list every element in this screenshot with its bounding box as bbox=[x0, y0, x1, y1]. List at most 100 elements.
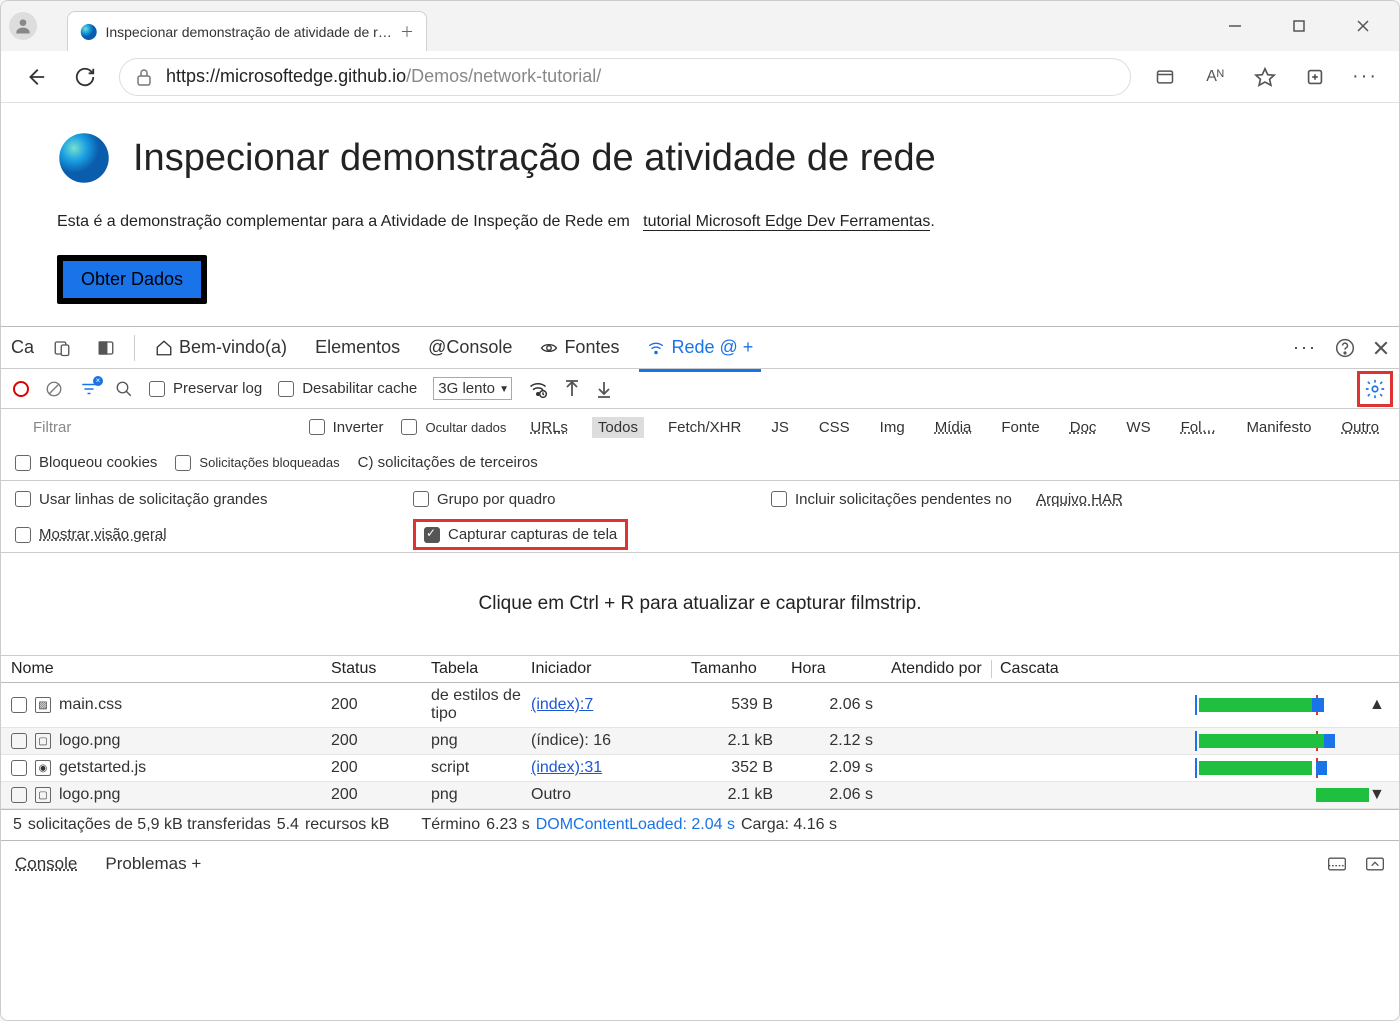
cell-status: 200 bbox=[331, 786, 431, 804]
filter-all[interactable]: Todos bbox=[592, 417, 644, 438]
close-button[interactable] bbox=[1345, 11, 1381, 41]
file-name: main.css bbox=[59, 696, 122, 714]
drawer-problems[interactable]: Problemas + bbox=[105, 854, 201, 874]
screenshots-label: Capturar capturas de tela bbox=[448, 526, 617, 543]
large-rows-checkbox[interactable] bbox=[15, 491, 31, 507]
status-res-count: 5.4 bbox=[277, 816, 299, 834]
drawer-expand-icon[interactable] bbox=[1365, 856, 1385, 872]
search-icon[interactable] bbox=[115, 380, 133, 398]
status-finish-label: Término bbox=[421, 816, 480, 834]
tab-console[interactable]: @Console bbox=[420, 331, 520, 364]
filter-media[interactable]: Mídia bbox=[929, 417, 978, 438]
drawer-console[interactable]: Console bbox=[15, 854, 77, 874]
tab-welcome[interactable]: Bem-vindo(a) bbox=[147, 331, 295, 364]
drawer-tabs: Console Problemas + bbox=[1, 840, 1399, 886]
filter-fol[interactable]: Fol… bbox=[1175, 417, 1223, 438]
dock-side-icon[interactable] bbox=[90, 332, 122, 364]
col-status[interactable]: Status bbox=[331, 660, 431, 678]
throttling-dropdown[interactable]: 3G lento bbox=[433, 377, 512, 400]
filter-ws[interactable]: WS bbox=[1120, 417, 1156, 438]
screenshots-checkbox[interactable] bbox=[424, 527, 440, 543]
filter-img[interactable]: Img bbox=[874, 417, 911, 438]
row-checkbox[interactable] bbox=[11, 697, 27, 713]
tab-sources[interactable]: Fontes bbox=[532, 331, 627, 364]
network-settings-icon[interactable] bbox=[1364, 378, 1386, 400]
filter-toggle-icon[interactable]: × bbox=[79, 380, 99, 398]
filter-css[interactable]: CSS bbox=[813, 417, 856, 438]
col-type[interactable]: Tabela bbox=[431, 660, 531, 678]
maximize-button[interactable] bbox=[1281, 11, 1317, 41]
network-toolbar: × Preservar log Desabilitar cache 3G len… bbox=[1, 369, 1399, 409]
col-time[interactable]: Hora bbox=[791, 660, 891, 678]
devtools-close-icon[interactable] bbox=[1373, 340, 1389, 356]
cell-status: 200 bbox=[331, 696, 431, 714]
back-button[interactable] bbox=[19, 61, 51, 93]
tutorial-link[interactable]: tutorial Microsoft Edge Dev Ferramentas bbox=[643, 213, 930, 231]
read-aloud-icon[interactable]: Aᴺ bbox=[1199, 61, 1231, 93]
table-row[interactable]: ◉getstarted.js200script(index):31352 B2.… bbox=[1, 755, 1399, 782]
get-data-button[interactable]: Obter Dados bbox=[57, 255, 207, 304]
filter-manifest[interactable]: Manifesto bbox=[1240, 417, 1317, 438]
clear-button[interactable] bbox=[45, 380, 63, 398]
col-size[interactable]: Tamanho bbox=[691, 660, 791, 678]
file-name: logo.png bbox=[59, 732, 120, 750]
preserve-log-checkbox[interactable] bbox=[149, 381, 165, 397]
drawer-dock-icon[interactable] bbox=[1327, 856, 1347, 872]
tab-close-icon[interactable]: ＋ bbox=[400, 22, 414, 42]
har-file-link[interactable]: Arquivo HAR bbox=[1036, 491, 1123, 508]
cell-initiator[interactable]: (index):7 bbox=[531, 696, 691, 714]
hide-data-checkbox[interactable] bbox=[401, 419, 417, 435]
tab-elements[interactable]: Elementos bbox=[307, 331, 408, 364]
invert-checkbox[interactable] bbox=[309, 419, 325, 435]
blocked-cookies-checkbox[interactable] bbox=[15, 455, 31, 471]
network-conditions-icon[interactable] bbox=[528, 379, 548, 399]
devtools-tabs: Ca Bem-vindo(a) Elementos @Console Fonte… bbox=[1, 327, 1399, 369]
filter-js[interactable]: JS bbox=[765, 417, 795, 438]
blocked-requests-checkbox[interactable] bbox=[175, 455, 191, 471]
row-checkbox[interactable] bbox=[11, 733, 27, 749]
refresh-button[interactable] bbox=[69, 61, 101, 93]
app-mode-icon[interactable] bbox=[1149, 61, 1181, 93]
row-checkbox[interactable] bbox=[11, 787, 27, 803]
cell-size: 352 B bbox=[691, 759, 791, 777]
browser-tab[interactable]: Inspecionar demonstração de atividade de… bbox=[67, 11, 427, 51]
minimize-button[interactable] bbox=[1217, 11, 1253, 41]
device-emulation-icon[interactable] bbox=[46, 332, 78, 364]
col-name[interactable]: Nome bbox=[11, 660, 331, 678]
favorite-icon[interactable] bbox=[1249, 61, 1281, 93]
address-bar[interactable]: https://microsoftedge.github.io/Demos/ne… bbox=[119, 58, 1131, 96]
cell-type: de estilos de tipo bbox=[431, 687, 531, 723]
settings-row-2: Mostrar visão geral Capturar capturas de… bbox=[1, 517, 1399, 553]
group-frame-checkbox[interactable] bbox=[413, 491, 429, 507]
waterfall-cell bbox=[991, 697, 1369, 713]
overview-checkbox[interactable] bbox=[15, 527, 31, 543]
download-har-icon[interactable] bbox=[596, 380, 612, 398]
filter-doc[interactable]: Doc bbox=[1064, 417, 1103, 438]
profile-avatar[interactable] bbox=[9, 12, 37, 40]
table-row[interactable]: ▢logo.png200png(índice): 162.1 kB2.12 s bbox=[1, 728, 1399, 755]
pending-har-checkbox[interactable] bbox=[771, 491, 787, 507]
col-served[interactable]: Atendido por bbox=[891, 660, 991, 678]
filter-urls[interactable]: URLs bbox=[524, 417, 574, 438]
filter-font[interactable]: Fonte bbox=[995, 417, 1045, 438]
col-initiator[interactable]: Iniciador bbox=[531, 660, 691, 678]
disable-cache-checkbox[interactable] bbox=[278, 381, 294, 397]
record-button[interactable] bbox=[13, 381, 29, 397]
cell-type: png bbox=[431, 786, 531, 804]
help-icon[interactable] bbox=[1335, 338, 1355, 358]
status-res-text: recursos kB bbox=[305, 816, 389, 834]
row-checkbox[interactable] bbox=[11, 760, 27, 776]
collections-icon[interactable] bbox=[1299, 61, 1331, 93]
cell-initiator: (índice): 16 bbox=[531, 732, 691, 750]
filter-fetchxhr[interactable]: Fetch/XHR bbox=[662, 417, 747, 438]
filter-input[interactable]: Filtrar bbox=[15, 417, 89, 438]
filter-other[interactable]: Outro bbox=[1335, 417, 1385, 438]
col-waterfall[interactable]: Cascata bbox=[991, 660, 1369, 678]
cell-initiator[interactable]: (index):31 bbox=[531, 759, 691, 777]
table-row[interactable]: ▢logo.png200pngOutro2.1 kB2.06 s▼ bbox=[1, 782, 1399, 809]
tab-network[interactable]: Rede @ + bbox=[639, 331, 761, 364]
table-row[interactable]: ▨main.css200de estilos de tipo(index):75… bbox=[1, 683, 1399, 728]
devtools-more-icon[interactable]: ··· bbox=[1293, 337, 1317, 358]
more-icon[interactable]: ··· bbox=[1349, 61, 1381, 93]
upload-har-icon[interactable] bbox=[564, 380, 580, 398]
